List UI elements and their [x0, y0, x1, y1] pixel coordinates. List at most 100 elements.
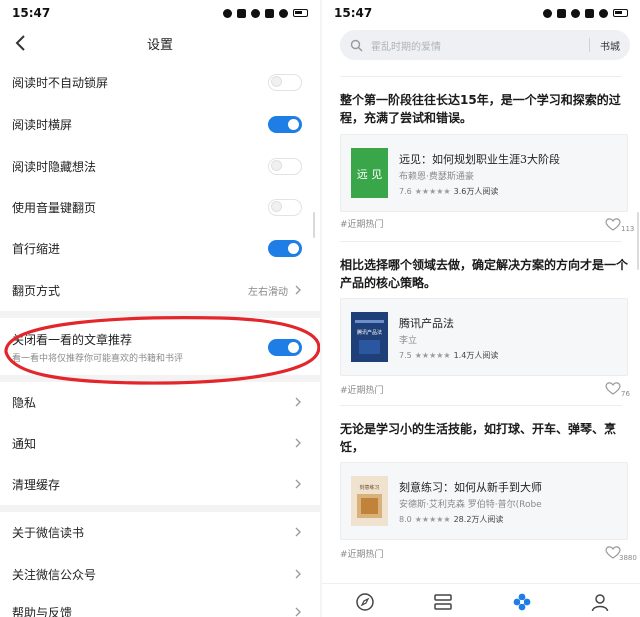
setting-label: 通知 [12, 436, 37, 451]
setting-description: 看一看中将仅推荐你可能喜欢的书籍和书评 [12, 353, 184, 364]
setting-row-follow-account[interactable]: 关注微信公众号 [0, 554, 320, 594]
book-name: 腾讯产品法 [399, 317, 454, 330]
book-card[interactable]: 刻意练习 刻意练习：如何从新手到大师 安德斯·艾利克森 罗伯特·普尔(Robe … [340, 462, 628, 540]
setting-label: 关注微信公众号 [12, 567, 97, 582]
setting-row-about[interactable]: 关于微信读书 [0, 512, 320, 552]
cover-text: 腾讯产品法 [357, 329, 382, 336]
setting-row-hide-thoughts[interactable]: 阅读时隐藏想法 [0, 146, 320, 186]
setting-row-indent[interactable]: 首行缩进 [0, 228, 320, 268]
settings-header: 设置 [0, 26, 320, 60]
volume-keys-toggle[interactable] [268, 198, 302, 216]
chevron-right-icon [295, 397, 301, 407]
book-author: 李立 [399, 336, 418, 346]
book-cover: 刻意练习 [351, 476, 388, 526]
reader-count: 3.6万人阅读 [453, 187, 499, 196]
book-meta: 7.6 ★★★★★ 3.6万人阅读 [399, 186, 498, 197]
setting-label: 清理缓存 [12, 477, 61, 492]
like-count: 76 [621, 390, 630, 398]
search-placeholder: 霍乱时期的爱情 [371, 41, 441, 53]
post-title[interactable]: 相比选择哪个领域去做，确定解决方案的方向才是一个产品的核心策略。 [340, 256, 628, 292]
rating-stars: ★★★★★ [414, 187, 451, 196]
profile-icon[interactable] [590, 592, 610, 612]
cover-text: 刻意练习 [359, 484, 379, 491]
book-rating: 7.6 [399, 187, 412, 196]
section-gap [0, 375, 320, 382]
rating-stars: ★★★★★ [414, 351, 451, 360]
vibrate-icon [237, 8, 246, 18]
status-bar: 15:47 [322, 0, 640, 26]
status-time: 15:47 [12, 6, 51, 20]
book-author: 布赖恩·费瑟斯通豪 [399, 172, 474, 182]
alarm-icon [543, 8, 552, 18]
indent-toggle[interactable] [268, 239, 302, 257]
like-count: 3880 [619, 554, 637, 562]
status-icons [223, 8, 308, 18]
heart-icon[interactable] [605, 381, 621, 395]
setting-row-notifications[interactable]: 通知 [0, 423, 320, 463]
wifi-icon [251, 8, 260, 18]
bookshelf-icon[interactable] [433, 592, 453, 612]
setting-row-landscape[interactable]: 阅读时横屏 [0, 104, 320, 144]
book-name: 远见：如何规划职业生涯3大阶段 [399, 153, 560, 166]
cover-text: 远 见 [357, 168, 383, 181]
bookstore-link[interactable]: 书城 [600, 38, 620, 53]
battery-icon [293, 9, 308, 17]
book-cover: 远 见 [351, 148, 388, 198]
book-card[interactable]: 远 见 远见：如何规划职业生涯3大阶段 布赖恩·费瑟斯通豪 7.6 ★★★★★ … [340, 134, 628, 212]
signal-icon [585, 8, 594, 18]
divider [340, 241, 622, 242]
status-time: 15:47 [334, 6, 373, 20]
chevron-right-icon [295, 607, 301, 617]
setting-row-page-turn[interactable]: 翻页方式 左右滑动 [0, 270, 320, 310]
flower-icon[interactable] [512, 592, 532, 612]
data-icon [599, 8, 608, 18]
chevron-right-icon [295, 527, 301, 537]
chevron-right-icon [295, 479, 301, 489]
setting-label: 阅读时不自动锁屏 [12, 75, 109, 90]
divider [340, 405, 622, 406]
status-bar: 15:47 [0, 0, 320, 26]
setting-label: 关于微信读书 [12, 525, 85, 540]
post-title[interactable]: 整个第一阶段往往长达15年，是一个学习和探索的过程，充满了尝试和错误。 [340, 91, 628, 127]
chevron-right-icon [295, 438, 301, 448]
setting-row-help[interactable]: 帮助与反馈 [0, 596, 320, 617]
topic-tag[interactable]: #近期热门 [340, 547, 384, 560]
reader-count: 28.2万人阅读 [453, 515, 504, 524]
setting-label: 翻页方式 [12, 283, 61, 298]
setting-row-no-auto-lock[interactable]: 阅读时不自动锁屏 [0, 62, 320, 102]
reader-count: 1.4万人阅读 [453, 351, 499, 360]
search-bar[interactable]: 霍乱时期的爱情 书城 [340, 30, 630, 60]
book-meta: 7.5 ★★★★★ 1.4万人阅读 [399, 350, 498, 361]
post-title[interactable]: 无论是学习小的生活技能，如打球、开车、弹琴、烹饪， [340, 420, 628, 456]
setting-row-privacy[interactable]: 隐私 [0, 382, 320, 422]
setting-row-close-recommend[interactable]: 关闭看一看的文章推荐 看一看中将仅推荐你可能喜欢的书籍和书评 [0, 322, 320, 372]
hide-thoughts-toggle[interactable] [268, 157, 302, 175]
book-name: 刻意练习：如何从新手到大师 [399, 481, 542, 494]
page-turn-value: 左右滑动 [248, 286, 288, 298]
scrollbar[interactable] [637, 212, 639, 270]
book-cover: 腾讯产品法 [351, 312, 388, 362]
bottom-nav [322, 583, 640, 617]
vibrate-icon [557, 8, 566, 18]
book-card[interactable]: 腾讯产品法 腾讯产品法 李立 7.5 ★★★★★ 1.4万人阅读 [340, 298, 628, 376]
heart-icon[interactable] [605, 217, 621, 231]
wifi-icon [571, 8, 580, 18]
topic-tag[interactable]: #近期热门 [340, 383, 384, 396]
setting-label: 阅读时横屏 [12, 117, 73, 132]
rating-stars: ★★★★★ [414, 515, 451, 524]
alarm-icon [223, 8, 232, 18]
section-gap [0, 505, 320, 512]
scrollbar[interactable] [313, 212, 315, 238]
landscape-toggle[interactable] [268, 115, 302, 133]
book-rating: 8.0 [399, 515, 412, 524]
auto-lock-toggle[interactable] [268, 73, 302, 91]
setting-row-clear-cache[interactable]: 清理缓存 [0, 464, 320, 504]
topic-tag[interactable]: #近期热门 [340, 217, 384, 230]
discover-screen: 15:47 霍乱时期的爱情 书城 整个第一阶段往往长达15年，是一个学习和探索的… [322, 0, 640, 617]
setting-row-volume-keys[interactable]: 使用音量键翻页 [0, 187, 320, 227]
search-icon [350, 39, 363, 51]
search-divider [589, 38, 590, 52]
close-recommend-toggle[interactable] [268, 338, 302, 356]
data-icon [279, 8, 288, 18]
compass-icon[interactable] [355, 592, 375, 612]
